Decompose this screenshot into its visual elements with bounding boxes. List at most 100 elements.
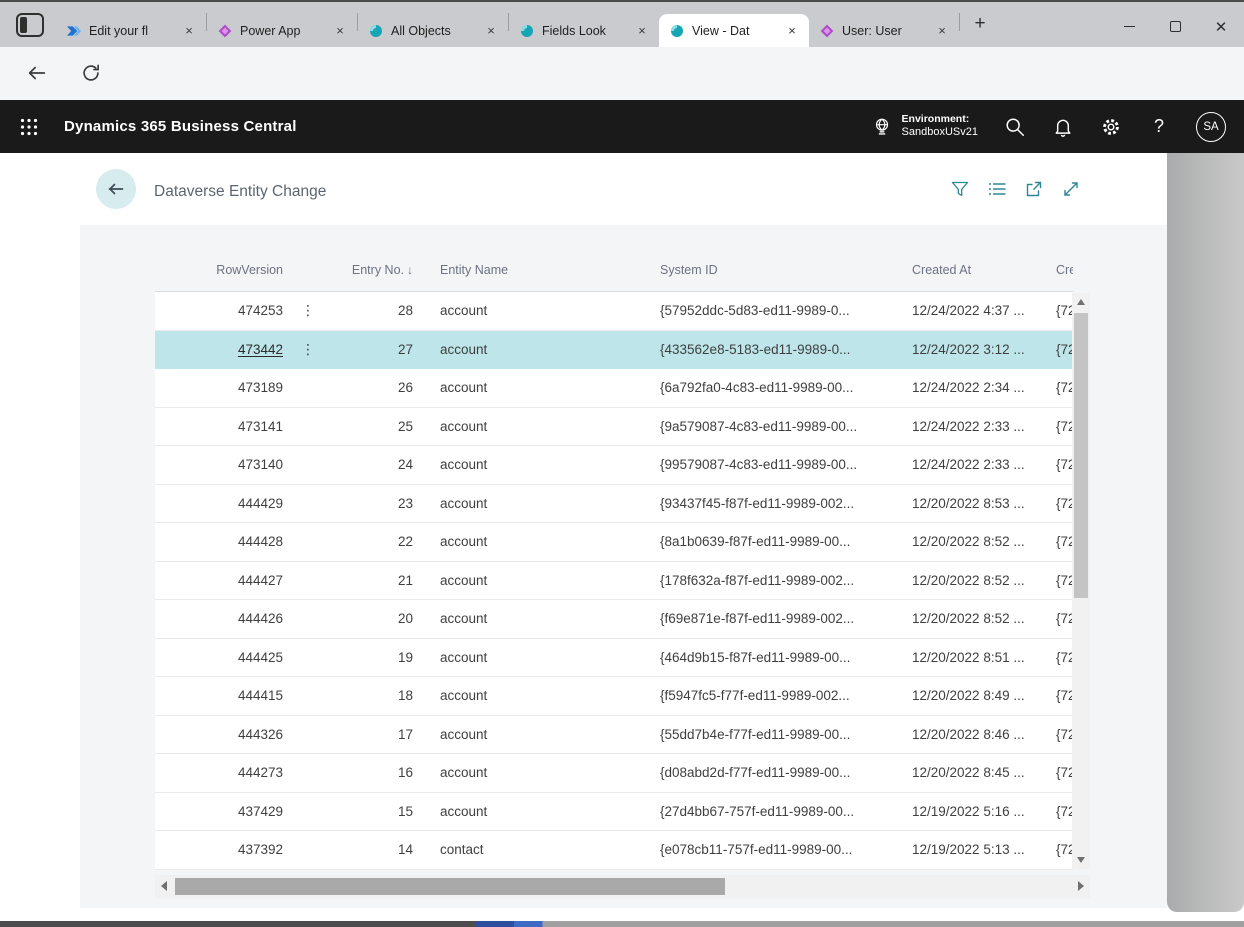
column-header-create[interactable]: Create: [1048, 263, 1073, 277]
new-tab-button[interactable]: +: [966, 11, 994, 39]
horizontal-scrollbar-thumb[interactable]: [175, 878, 725, 895]
table-row[interactable]: 473141 25 account {9a579087-4c83-ed11-9989-…: [155, 408, 1073, 447]
back-button[interactable]: [24, 60, 50, 86]
minimize-button[interactable]: [1106, 4, 1152, 49]
row-overflow-menu-icon[interactable]: ⋮: [301, 302, 315, 318]
close-tab-icon[interactable]: ×: [482, 22, 500, 40]
cell-value: {72: [1056, 457, 1073, 472]
column-header-label: Entry No.: [352, 263, 404, 277]
close-window-button[interactable]: ✕: [1198, 4, 1244, 49]
cell-value: 25: [398, 419, 413, 434]
cell-value: {72: [1056, 650, 1073, 665]
close-tab-icon[interactable]: ×: [180, 22, 198, 40]
table-row[interactable]: 44442519account{464d9b15-f87f-ed11-9989-…: [155, 639, 1073, 678]
scroll-down-icon[interactable]: [1077, 857, 1085, 863]
vertical-scrollbar[interactable]: [1072, 293, 1090, 869]
table-row[interactable]: 44442721account{178f632a-f87f-ed11-9989-…: [155, 562, 1073, 601]
cell-system-id: {9a579087-4c83-ed11-9989-00...: [650, 419, 900, 434]
tab-actions-icon[interactable]: [16, 13, 44, 37]
cell-row-version[interactable]: 444428: [155, 534, 283, 549]
scroll-up-icon[interactable]: [1077, 299, 1085, 305]
account-avatar[interactable]: SA: [1196, 112, 1226, 142]
list-view-icon[interactable]: [987, 179, 1007, 199]
close-tab-icon[interactable]: ×: [331, 22, 349, 40]
browser-tab-2[interactable]: Power App×: [207, 14, 357, 48]
table-row[interactable]: 44442822account{8a1b0639-f87f-ed11-9989-…: [155, 523, 1073, 562]
browser-tab-5[interactable]: View - Dat×: [659, 14, 809, 48]
search-icon[interactable]: [1004, 116, 1026, 138]
cell-row-version[interactable]: 473140: [155, 457, 283, 472]
row-overflow-menu-icon[interactable]: ⋮: [301, 341, 315, 357]
column-header-system-id[interactable]: System ID: [650, 263, 900, 277]
cell-row-version[interactable]: 444427: [155, 573, 283, 588]
table-row[interactable]: 44442923account{93437f45-f87f-ed11-9989-…: [155, 485, 1073, 524]
table-row[interactable]: 44442620account{f69e871e-f87f-ed11-9989-…: [155, 600, 1073, 639]
app-title[interactable]: Dynamics 365 Business Central: [64, 118, 297, 135]
cell-row-version[interactable]: 473442: [155, 342, 283, 357]
page-back-button[interactable]: [96, 169, 136, 209]
cell-row-version[interactable]: 473141: [155, 419, 283, 434]
cell-row-version[interactable]: 444273: [155, 765, 283, 780]
column-header-created-at[interactable]: Created At: [900, 263, 1048, 277]
tab-strip: Edit your fl×Power App×All Objects×Field…: [56, 1, 960, 48]
table-row[interactable]: 43742915account{27d4bb67-757f-ed11-9989-…: [155, 793, 1073, 832]
table-row[interactable]: 47314024account{99579087-4c83-ed11-9989-…: [155, 446, 1073, 485]
table-row[interactable]: 473442⋮27account{433562e8-5183-ed11-9989…: [155, 331, 1073, 370]
cell-value: 14: [398, 842, 413, 857]
notifications-bell-icon[interactable]: [1052, 116, 1074, 138]
close-icon: ✕: [1215, 18, 1228, 36]
cell-entry-no: 14: [333, 842, 413, 857]
table-row[interactable]: 43739214contact{e078cb11-757f-ed11-9989-…: [155, 831, 1073, 870]
settings-gear-icon[interactable]: [1100, 116, 1122, 138]
browser-tab-4[interactable]: Fields Look×: [509, 14, 659, 48]
cell-entry-no: 15: [333, 804, 413, 819]
cell-system-id: {8a1b0639-f87f-ed11-9989-00...: [650, 534, 900, 549]
table-body: 474253⋮28account{57952ddc-5d83-ed11-9989…: [155, 292, 1073, 870]
expand-icon[interactable]: [1061, 179, 1081, 199]
cell-system-id: {57952ddc-5d83-ed11-9989-0...: [650, 303, 900, 318]
refresh-button[interactable]: [78, 60, 104, 86]
cell-row-version[interactable]: 437429: [155, 804, 283, 819]
vertical-scrollbar-thumb[interactable]: [1074, 313, 1088, 598]
table-row[interactable]: 44441518account{f5947fc5-f77f-ed11-9989-…: [155, 677, 1073, 716]
table-row[interactable]: 47318926account{6a792fa0-4c83-ed11-9989-…: [155, 369, 1073, 408]
scroll-right-icon[interactable]: [1078, 881, 1084, 891]
cell-row-version[interactable]: 444429: [155, 496, 283, 511]
cell-value: {27d4bb67-757f-ed11-9989-00...: [660, 804, 854, 819]
table-row[interactable]: 44427316account{d08abd2d-f77f-ed11-9989-…: [155, 754, 1073, 793]
close-tab-icon[interactable]: ×: [633, 22, 651, 40]
cell-value: {8a1b0639-f87f-ed11-9989-00...: [660, 534, 850, 549]
column-header-rowversion[interactable]: RowVersion: [155, 263, 283, 277]
cell-row-version[interactable]: 444326: [155, 727, 283, 742]
cell-value: account: [440, 419, 487, 434]
environment-indicator[interactable]: Environment: SandboxUSv21: [871, 113, 978, 140]
horizontal-scrollbar[interactable]: [155, 875, 1090, 898]
help-icon[interactable]: ?: [1148, 116, 1170, 137]
table-row[interactable]: 44432617account{55dd7b4e-f77f-ed11-9989-…: [155, 716, 1073, 755]
cell-value: 444426: [238, 611, 283, 626]
column-header-label: System ID: [660, 263, 718, 277]
browser-tab-3[interactable]: All Objects×: [358, 14, 508, 48]
maximize-button[interactable]: [1152, 4, 1198, 49]
table-row[interactable]: 474253⋮28account{57952ddc-5d83-ed11-9989…: [155, 292, 1073, 331]
close-tab-icon[interactable]: ×: [933, 22, 951, 40]
browser-tab-6[interactable]: User: User×: [809, 14, 959, 48]
filter-icon[interactable]: [950, 179, 970, 199]
cell-row-version[interactable]: 444415: [155, 688, 283, 703]
cell-row-version[interactable]: 474253: [155, 303, 283, 318]
cell-row-version[interactable]: 444425: [155, 650, 283, 665]
cell-value: 12/20/2022 8:46 ...: [912, 727, 1025, 742]
cell-system-id: {6a792fa0-4c83-ed11-9989-00...: [650, 380, 900, 395]
column-header-entry-no-[interactable]: Entry No.↓: [333, 263, 413, 277]
browser-tab-1[interactable]: Edit your fl ×: [56, 14, 206, 48]
scroll-left-icon[interactable]: [161, 881, 167, 891]
close-tab-icon[interactable]: ×: [783, 22, 801, 40]
cell-row-version[interactable]: 444426: [155, 611, 283, 626]
app-launcher-icon[interactable]: [20, 118, 38, 136]
cell-row-version[interactable]: 437392: [155, 842, 283, 857]
cell-created-by: {72: [1048, 496, 1073, 511]
column-header-entity-name[interactable]: Entity Name: [413, 263, 650, 277]
tab-label: Edit your fl: [89, 24, 176, 38]
cell-row-version[interactable]: 473189: [155, 380, 283, 395]
open-in-window-icon[interactable]: [1024, 179, 1044, 199]
